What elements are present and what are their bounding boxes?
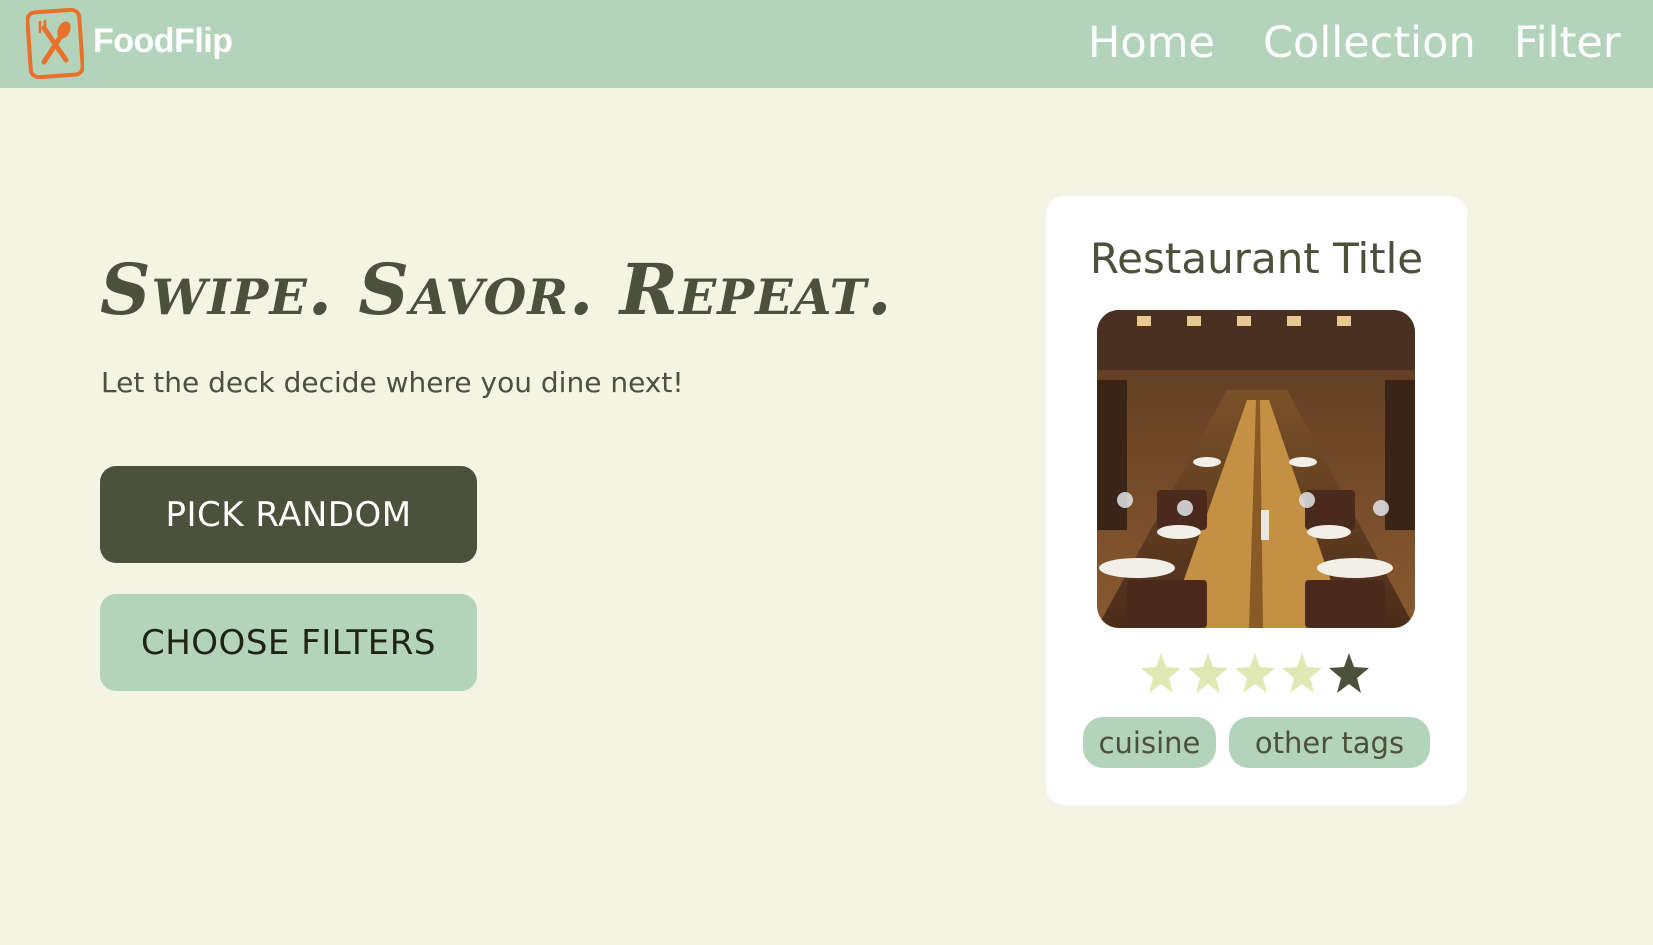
brand-name[interactable]: FoodFlip	[93, 22, 233, 61]
star-icon	[1235, 653, 1275, 693]
star-icon	[1188, 653, 1228, 693]
restaurant-title: Restaurant Title	[1089, 234, 1424, 283]
top-navbar: FoodFlip Home Collection Filter	[0, 0, 1653, 88]
tag-cuisine[interactable]: cuisine	[1083, 717, 1216, 768]
rating-stars[interactable]	[1139, 651, 1379, 701]
star-icon	[1141, 653, 1181, 693]
restaurant-card[interactable]: Restaurant Title cuisine other tags	[1046, 196, 1467, 805]
hero-subtitle: Let the deck decide where you dine next!	[101, 366, 684, 399]
nav-filter[interactable]: Filter	[1514, 18, 1621, 68]
fork-knife-logo-icon[interactable]	[26, 8, 84, 79]
tag-other[interactable]: other tags	[1229, 717, 1430, 768]
nav-collection[interactable]: Collection	[1263, 18, 1476, 68]
restaurant-photo	[1097, 310, 1415, 628]
choose-filters-button[interactable]: CHOOSE FILTERS	[100, 594, 477, 691]
star-icon	[1329, 653, 1369, 693]
pick-random-button[interactable]: PICK RANDOM	[100, 466, 477, 563]
hero-title: Swipe. Savor. Repeat.	[100, 248, 893, 331]
star-icon	[1282, 653, 1322, 693]
nav-home[interactable]: Home	[1088, 18, 1215, 68]
